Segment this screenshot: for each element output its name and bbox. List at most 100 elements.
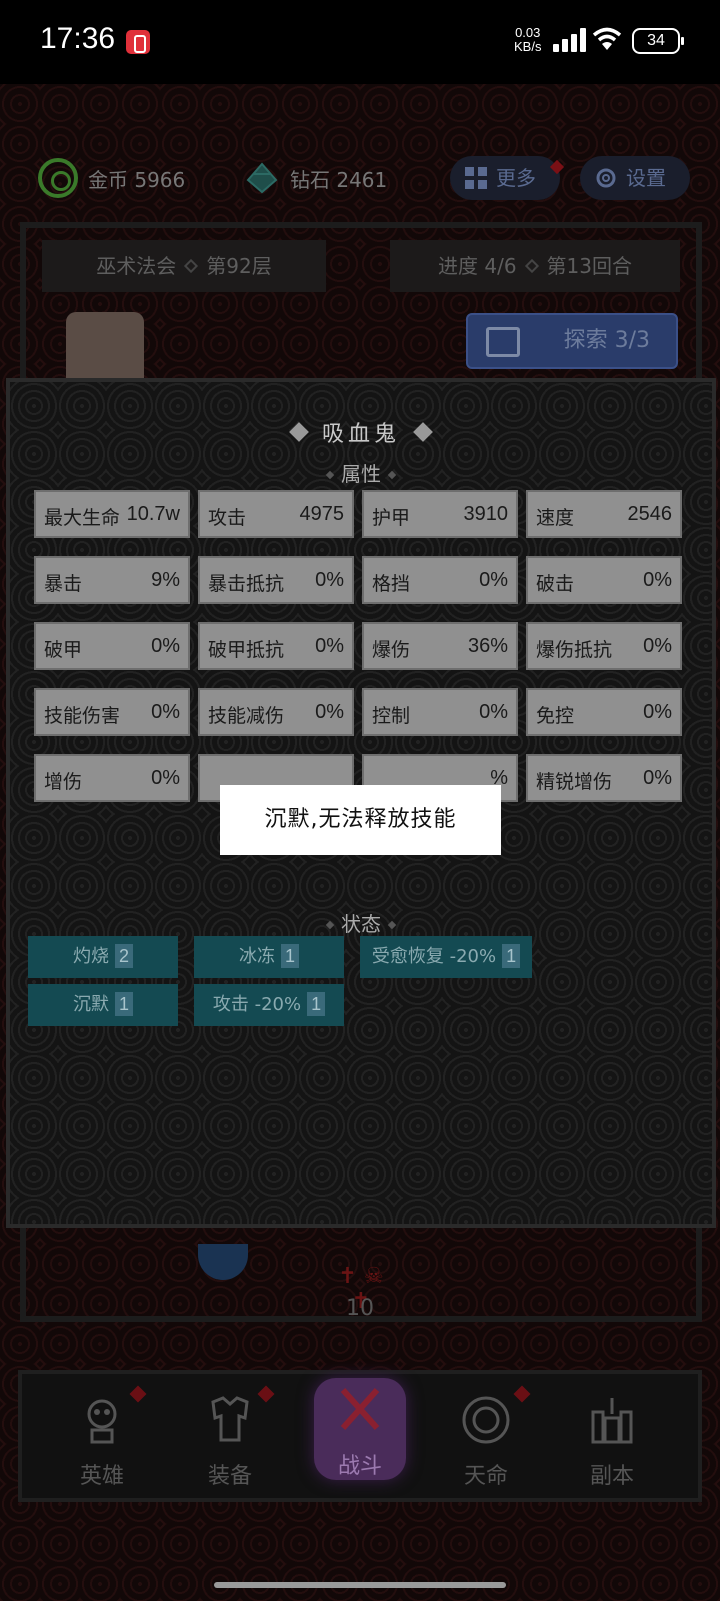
attribute-value: 0%	[315, 635, 344, 657]
attribute-value: 10.7w	[126, 503, 180, 525]
status-tag-label: 冰冻	[238, 946, 275, 967]
attribute-cell: 暴击 9%	[34, 556, 190, 604]
status-tag: 冰冻 1	[194, 936, 344, 978]
status-tag: 沉默 1	[28, 984, 178, 1026]
attribute-name: 破甲	[44, 639, 83, 661]
home-indicator[interactable]	[214, 1582, 506, 1588]
attribute-value: 0%	[151, 767, 180, 789]
attribute-value: 0%	[479, 701, 508, 723]
enemy-skull-icon: ✝ ☠ ✝	[338, 1264, 384, 1314]
status-tag-count: 1	[114, 992, 133, 1016]
attribute-name: 攻击	[208, 507, 247, 529]
attribute-value: 0%	[315, 701, 344, 723]
title-ornament-icon	[289, 422, 309, 442]
settings-label: 设置	[626, 166, 666, 190]
attribute-cell: 爆伤 36%	[362, 622, 518, 670]
attribute-cell: 破击 0%	[526, 556, 682, 604]
attribute-value: 0%	[643, 635, 672, 657]
attributes-label: 属性	[341, 462, 381, 486]
attribute-value: 0%	[643, 569, 672, 591]
more-button[interactable]: 更多	[450, 156, 565, 200]
unit-counter: 10	[346, 1296, 374, 1321]
gold-coin-icon	[38, 158, 78, 198]
status-tag-count: 1	[307, 992, 326, 1016]
silence-toast: 沉默,无法释放技能	[220, 785, 501, 855]
attribute-value: 3910	[463, 503, 509, 525]
network-speed-unit: KB/s	[514, 39, 542, 54]
attribute-cell: 速度 2546	[526, 490, 682, 538]
status-heading: 状态	[10, 908, 712, 937]
nav-equipment[interactable]: 装备	[180, 1385, 280, 1492]
round-label: 第13回合	[546, 254, 632, 278]
map-icon	[486, 327, 520, 357]
nav-destiny[interactable]: 天命	[436, 1385, 536, 1492]
progress-label: 进度 4/6	[438, 254, 517, 278]
notification-dot	[257, 1385, 275, 1403]
attribute-name: 速度	[536, 507, 575, 529]
nav-dungeon[interactable]: 副本	[562, 1388, 662, 1492]
title-ornament-icon	[413, 422, 433, 442]
nav-hero-label: 英雄	[79, 1464, 124, 1489]
status-tag-label: 受愈恢复 -20%	[371, 946, 497, 967]
attribute-cell: 控制 0%	[362, 688, 518, 736]
nav-hero[interactable]: 英雄	[52, 1385, 152, 1492]
attribute-name: 最大生命	[44, 507, 121, 529]
attribute-cell: 暴击抵抗 0%	[198, 556, 354, 604]
attribute-name: 爆伤	[372, 639, 411, 661]
status-tag: 受愈恢复 -20% 1	[360, 936, 532, 978]
dungeon-name: 巫术法会	[96, 254, 177, 278]
attribute-cell: 攻击 4975	[198, 490, 354, 538]
explore-label: 探索 3/3	[563, 328, 650, 353]
dungeon-level: 巫术法会 第92层	[42, 240, 326, 292]
attribute-name: 格挡	[372, 573, 411, 595]
attribute-name: 暴击	[44, 573, 83, 595]
status-tag: 攻击 -20% 1	[194, 984, 344, 1026]
explore-button[interactable]: 探索 3/3	[466, 313, 678, 369]
diamond-amount: 钻石 2461	[290, 168, 388, 192]
attribute-name: 免控	[536, 705, 575, 727]
bottom-nav: 英雄 装备 战斗 天命 副本	[18, 1370, 702, 1502]
status-bar: 17:36 0.03 KB/s 34	[0, 0, 720, 84]
nav-battle-label: 战斗	[337, 1454, 382, 1479]
attribute-value: 0%	[315, 569, 344, 591]
attribute-name: 护甲	[372, 507, 411, 529]
enemy-title: 吸血鬼	[10, 416, 712, 448]
crossed-swords-icon	[340, 1387, 380, 1431]
attribute-cell: 最大生命 10.7w	[34, 490, 190, 538]
app-notification-icon	[126, 30, 150, 54]
enemy-name: 吸血鬼	[321, 422, 400, 447]
nav-battle[interactable]: 战斗	[314, 1378, 406, 1480]
status-tag-label: 灼烧	[72, 946, 109, 967]
battery-icon: 34	[632, 28, 684, 54]
attribute-value: 0%	[479, 569, 508, 591]
attribute-value: 9%	[151, 569, 180, 591]
attribute-name: 破甲抵抗	[208, 639, 285, 661]
attribute-cell: 护甲 3910	[362, 490, 518, 538]
attribute-cell: 破甲 0%	[34, 622, 190, 670]
status-tag-label: 攻击 -20%	[212, 994, 302, 1015]
signal-icon	[553, 28, 587, 52]
wifi-icon	[592, 27, 622, 50]
armor-icon	[211, 1396, 249, 1442]
status-tag-count: 1	[280, 944, 299, 968]
attribute-cell: 技能伤害 0%	[34, 688, 190, 736]
attribute-name: 爆伤抵抗	[536, 639, 613, 661]
status-time: 17:36	[40, 22, 116, 55]
attribute-name: 暴击抵抗	[208, 573, 285, 595]
attribute-name: 技能伤害	[44, 705, 121, 727]
notification-dot	[129, 1385, 147, 1403]
settings-button[interactable]: 设置	[580, 156, 690, 200]
floor-label: 第92层	[206, 254, 272, 278]
attribute-name: 技能减伤	[208, 705, 285, 727]
attribute-cell: 爆伤抵抗 0%	[526, 622, 682, 670]
nav-destiny-label: 天命	[463, 1464, 508, 1489]
attribute-value: 0%	[151, 701, 180, 723]
attributes-heading: 属性	[10, 458, 712, 487]
separator-icon	[184, 258, 199, 274]
status-label: 状态	[341, 912, 381, 936]
diamond-icon	[246, 162, 278, 194]
attribute-cell: 格挡 0%	[362, 556, 518, 604]
status-tag-count: 1	[502, 944, 521, 968]
status-tag: 灼烧 2	[28, 936, 178, 978]
attribute-cell: 精锐增伤 0%	[526, 754, 682, 802]
